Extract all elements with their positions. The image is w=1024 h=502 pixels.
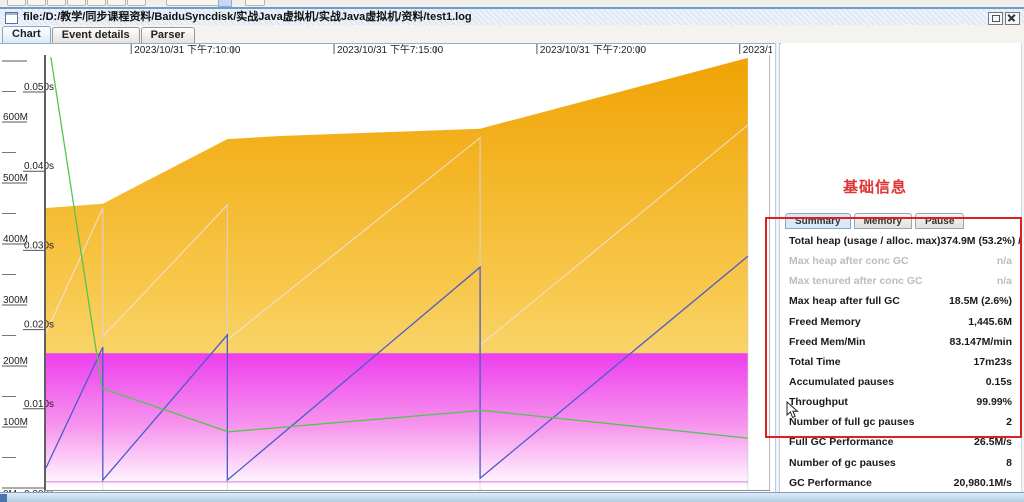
- toolbar-strip: [0, 0, 1024, 7]
- summary-row: Throughput 99.99%: [783, 392, 1018, 412]
- summary-row-value: 8: [1006, 456, 1012, 469]
- window-bottom-border: [0, 492, 1024, 502]
- titlebar[interactable]: file:/D:/教学/同步课程资料/BaiduSyncdisk/实战Java虚…: [0, 7, 1024, 25]
- y-axis-memory-label: 600M: [3, 112, 28, 123]
- summary-row-label: Freed Mem/Min: [789, 335, 866, 348]
- summary-row: Max heap after full GC 18.5M (2.6%): [783, 291, 1018, 311]
- summary-tabbar: Summary Memory Pause: [785, 213, 965, 229]
- summary-row-label: Number of gc pauses: [789, 456, 896, 469]
- summary-row-value: 18.5M (2.6%): [948, 295, 1012, 308]
- summary-row: Full GC Performance 26.5M/s: [783, 432, 1018, 452]
- summary-row-value: 374.9M (53.2%) / 704.5M: [940, 235, 1024, 248]
- x-axis-time-label: 2023/10/31: [743, 45, 772, 56]
- summary-row-value: 17m23s: [973, 355, 1012, 368]
- summary-row: Freed Memory 1,445.6M: [783, 312, 1018, 332]
- toolbar-button[interactable]: [87, 0, 106, 6]
- window-icon: [5, 12, 18, 24]
- summary-row: GC Performance 20,980.1M/s: [783, 473, 1018, 493]
- summary-row-label: Accumulated pauses: [789, 376, 895, 389]
- y-axis-pause-label: 0.050s: [24, 82, 54, 93]
- summary-row-value: n/a: [996, 255, 1012, 268]
- summary-row-label: Throughput: [789, 396, 848, 409]
- summary-row-label: Max heap after full GC: [789, 295, 900, 308]
- summary-row-value: 0.15s: [985, 376, 1012, 389]
- y-axis-memory-label: 500M: [3, 173, 28, 184]
- y-axis-memory-label: 200M: [3, 356, 28, 367]
- toolbar-button[interactable]: [27, 0, 46, 6]
- summary-tab-memory[interactable]: Memory: [853, 213, 912, 229]
- summary-row: Freed Mem/Min 83.147M/min: [783, 332, 1018, 352]
- summary-row-label: Max heap after conc GC: [789, 255, 909, 268]
- maximize-icon[interactable]: [988, 12, 1003, 25]
- summary-row: Max tenured after conc GC n/a: [783, 271, 1018, 291]
- summary-row: Max heap after conc GC n/a: [783, 251, 1018, 271]
- mouse-cursor-icon: [786, 401, 799, 419]
- y-axis-pause-label: 0.040s: [24, 161, 54, 172]
- toolbar-button[interactable]: [245, 0, 265, 6]
- summary-row: Number of gc pauses 8: [783, 453, 1018, 473]
- summary-row-label: GC Performance: [789, 476, 872, 489]
- summary-row-value: 2: [1006, 416, 1012, 429]
- plot-left-border: [44, 55, 46, 490]
- y-axis-pause-label: 0.020s: [24, 320, 54, 331]
- summary-row-value: 83.147M/min: [949, 335, 1012, 348]
- y-axis-memory-label: 300M: [3, 295, 28, 306]
- summary-row-value: 20,980.1M/s: [953, 476, 1012, 489]
- annotation-label: 基础信息: [843, 179, 908, 196]
- tab-parser[interactable]: Parser: [140, 27, 195, 43]
- window-title: file:/D:/教学/同步课程资料/BaiduSyncdisk/实战Java虚…: [23, 11, 472, 23]
- combobox-arrow-icon[interactable]: [218, 0, 232, 7]
- summary-row-label: Freed Memory: [789, 315, 861, 328]
- summary-row-label: Full GC Performance: [789, 436, 894, 449]
- splitpane-divider[interactable]: [775, 43, 780, 492]
- toolbar-button[interactable]: [7, 0, 26, 6]
- x-axis-time-label: 2023/10/31 下午7:15:00: [337, 43, 444, 56]
- summary-table: Total heap (usage / alloc. max) 374.9M (5…: [783, 231, 1024, 493]
- summary-row: Accumulated pauses 0.15s: [783, 372, 1018, 392]
- summary-row-value: n/a: [996, 275, 1012, 288]
- toolbar-button[interactable]: [107, 0, 126, 6]
- toolbar-button[interactable]: [127, 0, 146, 6]
- close-icon[interactable]: [1005, 12, 1020, 25]
- summary-row: Total Time 17m23s: [783, 352, 1018, 372]
- summary-row-value: 1,445.6M: [968, 315, 1012, 328]
- tab-event-details[interactable]: Event details: [51, 27, 140, 43]
- window-bottom-corner: [0, 494, 7, 502]
- gc-chart[interactable]: 0M100M200M300M400M500M600M0.000s0.010s0.…: [0, 43, 793, 500]
- summary-row-label: Total heap (usage / alloc. max): [789, 235, 941, 248]
- summary-row-label: Total Time: [789, 355, 841, 368]
- main-tabbar: Chart Event details Parser: [0, 25, 1024, 43]
- toolbar-button[interactable]: [67, 0, 86, 6]
- summary-tab-summary[interactable]: Summary: [785, 213, 851, 229]
- summary-row-label: Number of full gc pauses: [789, 416, 915, 429]
- y-axis-pause-label: 0.030s: [24, 240, 54, 251]
- toolbar-button[interactable]: [47, 0, 66, 6]
- y-axis-pause-label: 0.010s: [24, 399, 54, 410]
- summary-row: Total heap (usage / alloc. max) 374.9M (5…: [783, 231, 1024, 251]
- summary-row: Number of full gc pauses 2: [783, 412, 1018, 432]
- tab-chart[interactable]: Chart: [2, 26, 51, 43]
- summary-row-value: 99.99%: [976, 396, 1012, 409]
- summary-tab-pause[interactable]: Pause: [914, 213, 965, 229]
- y-axis-memory-label: 100M: [3, 417, 28, 428]
- tenured-heap-area: [46, 353, 748, 488]
- x-axis-time-label: 2023/10/31 下午7:20:00: [540, 43, 647, 56]
- summary-row-value: 26.5M/s: [974, 436, 1012, 449]
- summary-row-label: Max tenured after conc GC: [789, 275, 923, 288]
- x-axis-time-label: 2023/10/31 下午7:10:00: [134, 43, 241, 56]
